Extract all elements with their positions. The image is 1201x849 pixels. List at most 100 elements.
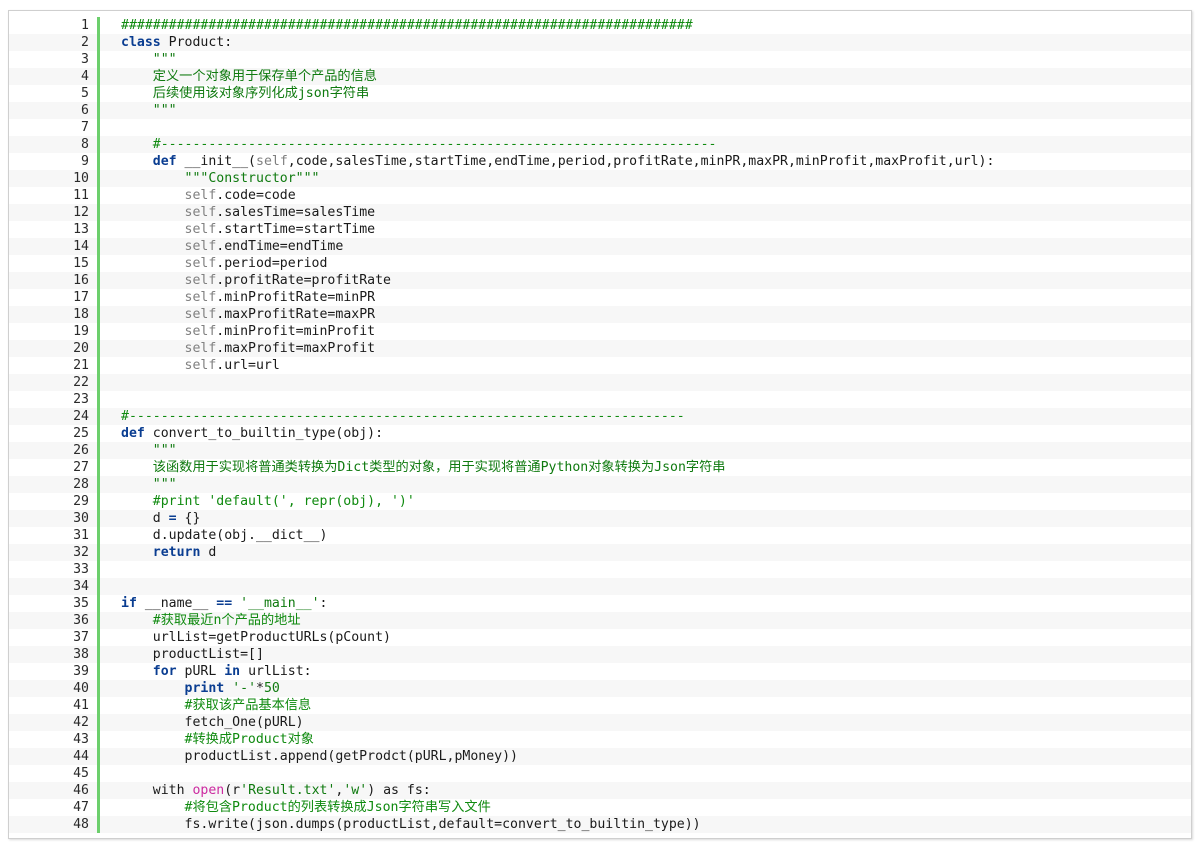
- code-token: return: [152, 545, 201, 560]
- code-text: productList.append(getProdct(pURL,pMoney…: [121, 748, 518, 765]
- code-token: .maxProfit=maxProfit: [216, 341, 376, 356]
- code-token: self: [121, 358, 217, 373]
- code-token: self: [121, 222, 217, 237]
- code-text: for pURL in urlList:: [121, 663, 312, 680]
- code-line: 48 fs.write(json.dumps(productList,defau…: [9, 816, 1191, 833]
- code-listing: 1 #######################################…: [9, 17, 1191, 833]
- line-number: 23: [73, 392, 89, 407]
- line-number: 6: [81, 103, 89, 118]
- gutter-bar: [97, 272, 100, 289]
- code-token: #print 'default(', repr(obj), ')': [121, 494, 415, 509]
- code-line: 18 self.maxProfitRate=maxPR: [9, 306, 1191, 323]
- line-number: 39: [73, 664, 89, 679]
- code-token: Product:: [160, 35, 233, 50]
- gutter-bar: [97, 221, 100, 238]
- code-token: convert_to_builtin_type(obj):: [144, 426, 384, 441]
- code-token: :: [319, 596, 328, 611]
- code-token: self: [121, 188, 217, 203]
- code-token: def: [152, 154, 177, 169]
- code-line: 40 print '-'*50: [9, 680, 1191, 697]
- line-number: 15: [73, 256, 89, 271]
- code-text: """: [121, 51, 177, 68]
- gutter-bar: [97, 663, 100, 680]
- code-line: 5 后续使用该对象序列化成json字符串: [9, 85, 1191, 102]
- code-line: 9 def __init__(self,code,salesTime,start…: [9, 153, 1191, 170]
- code-line: 42 fetch_One(pURL): [9, 714, 1191, 731]
- code-token: in: [224, 664, 241, 679]
- gutter-bar: [97, 425, 100, 442]
- line-number: 24: [73, 409, 89, 424]
- code-line: 23: [9, 391, 1191, 408]
- code-token: self: [121, 239, 217, 254]
- line-number: 25: [73, 426, 89, 441]
- code-text: self.maxProfitRate=maxPR: [121, 306, 376, 323]
- gutter-bar: [97, 544, 100, 561]
- code-text: #---------------------------------------…: [121, 408, 685, 425]
- code-line: 20 self.maxProfit=maxProfit: [9, 340, 1191, 357]
- gutter-bar: [97, 306, 100, 323]
- code-line: 22: [9, 374, 1191, 391]
- line-number: 32: [73, 545, 89, 560]
- code-token: print: [184, 681, 225, 696]
- code-text: self.salesTime=salesTime: [121, 204, 376, 221]
- line-number: 10: [73, 171, 89, 186]
- code-text: self.minProfit=minProfit: [121, 323, 376, 340]
- code-token: self: [121, 273, 217, 288]
- code-line: 27 该函数用于实现将普通类转换为Dict类型的对象，用于实现将普通Python…: [9, 459, 1191, 476]
- gutter-bar: [97, 119, 100, 136]
- gutter-bar: [97, 136, 100, 153]
- line-number: 8: [81, 137, 89, 152]
- gutter-bar: [97, 374, 100, 391]
- line-number: 13: [73, 222, 89, 237]
- code-line: 39 for pURL in urlList:: [9, 663, 1191, 680]
- line-number: 33: [73, 562, 89, 577]
- code-token: """Constructor""": [121, 171, 320, 186]
- code-token: (r: [224, 783, 241, 798]
- code-text: urlList=getProductURLs(pCount): [121, 629, 391, 646]
- code-token: self: [121, 256, 217, 271]
- code-token: """: [121, 443, 177, 458]
- code-text: self.minProfitRate=minPR: [121, 289, 376, 306]
- code-line: 1 #######################################…: [9, 17, 1191, 34]
- code-token: .profitRate=profitRate: [216, 273, 391, 288]
- code-line: 11 self.code=code: [9, 187, 1191, 204]
- code-token: {}: [176, 511, 201, 526]
- line-number: 18: [73, 307, 89, 322]
- code-token: ==: [216, 596, 233, 611]
- code-token: .startTime=startTime: [216, 222, 376, 237]
- gutter-bar: [97, 816, 100, 833]
- line-number: 47: [73, 800, 89, 815]
- line-number: 40: [73, 681, 89, 696]
- gutter-bar: [97, 323, 100, 340]
- code-token: 50: [263, 681, 280, 696]
- line-number: 12: [73, 205, 89, 220]
- line-number: 16: [73, 273, 89, 288]
- gutter-bar: [97, 391, 100, 408]
- code-text: fs.write(json.dumps(productList,default=…: [121, 816, 701, 833]
- code-line: 26 """: [9, 442, 1191, 459]
- code-token: d.update(obj.__dict__): [121, 528, 328, 543]
- line-number: 48: [73, 817, 89, 832]
- code-line: 38 productList=[]: [9, 646, 1191, 663]
- code-token: class: [121, 35, 161, 50]
- code-token: for: [152, 664, 177, 679]
- code-text: #将包含Product的列表转换成Json字符串写入文件: [121, 799, 491, 816]
- code-token: self: [121, 324, 217, 339]
- code-text: #print 'default(', repr(obj), ')': [121, 493, 415, 510]
- gutter-bar: [97, 612, 100, 629]
- code-text: self.code=code: [121, 187, 296, 204]
- code-text: def __init__(self,code,salesTime,startTi…: [121, 153, 995, 170]
- line-number: 5: [81, 86, 89, 101]
- gutter-bar: [97, 527, 100, 544]
- code-text: fetch_One(pURL): [121, 714, 304, 731]
- gutter-bar: [97, 68, 100, 85]
- code-text: 该函数用于实现将普通类转换为Dict类型的对象，用于实现将普通Python对象转…: [121, 459, 726, 476]
- code-token: __name__: [136, 596, 217, 611]
- line-number: 4: [81, 69, 89, 84]
- gutter-bar: [97, 153, 100, 170]
- gutter-bar: [97, 595, 100, 612]
